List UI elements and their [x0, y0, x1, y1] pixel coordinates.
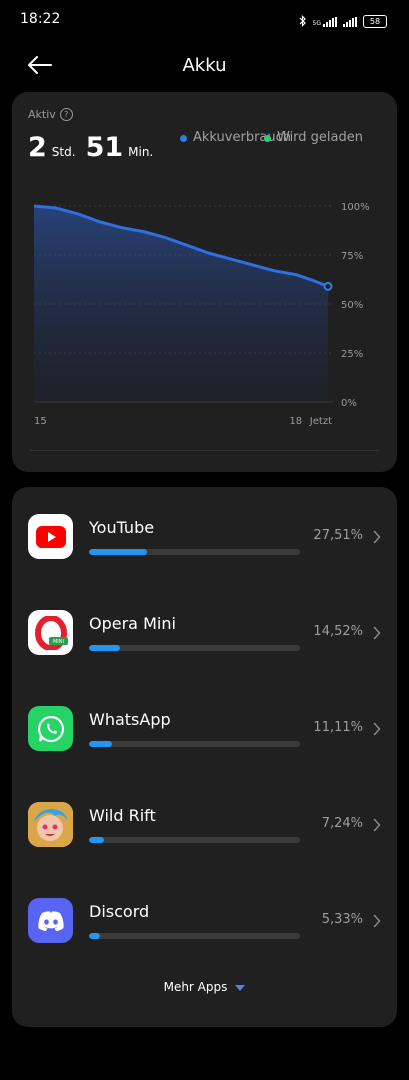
usage-bar	[89, 933, 300, 939]
more-apps-label: Mehr Apps	[163, 980, 228, 994]
usage-bar-fill	[89, 645, 120, 651]
y-tick-label: 25%	[341, 349, 363, 360]
usage-bar-fill	[89, 837, 105, 843]
status-time: 18:22	[20, 11, 61, 27]
app-row-discord[interactable]: Discord 5,33%	[12, 888, 397, 952]
usage-bar	[89, 741, 300, 747]
y-tick-label: 100%	[341, 202, 370, 213]
header: Akku	[0, 40, 409, 92]
x-tick-label: 15	[34, 416, 47, 427]
app-percent: 5,33%	[321, 912, 363, 927]
app-name: Wild Rift	[89, 806, 156, 825]
usage-bar-fill	[89, 549, 148, 555]
battery-icon: 58	[363, 15, 387, 28]
status-icons: 5G 58	[299, 12, 387, 31]
svg-text:MINI: MINI	[52, 639, 63, 645]
y-tick-label: 50%	[341, 300, 363, 311]
app-percent: 7,24%	[321, 816, 363, 831]
wild-rift-icon	[28, 802, 73, 847]
app-name: Opera Mini	[89, 614, 176, 633]
chevron-right-icon	[373, 529, 381, 548]
app-usage-card: YouTube 27,51% MINI Opera Mini 14,52% WhatsAp…	[12, 487, 397, 1027]
opera-mini-icon: MINI	[28, 610, 73, 655]
status-bar: 18:22 5G 58	[0, 0, 409, 40]
app-row-youtube[interactable]: YouTube 27,51%	[12, 504, 397, 568]
expand-triangle-icon	[235, 984, 246, 991]
app-percent: 14,52%	[313, 624, 363, 639]
current-level-point	[323, 281, 333, 291]
page-title: Akku	[182, 55, 227, 76]
usage-bar	[89, 645, 300, 651]
signal-icon	[343, 12, 357, 31]
app-row-wild-rift[interactable]: Wild Rift 7,24%	[12, 792, 397, 856]
usage-bar	[89, 837, 300, 843]
app-row-opera-mini[interactable]: MINI Opera Mini 14,52%	[12, 600, 397, 664]
usage-bar	[89, 549, 300, 555]
app-row-whatsapp[interactable]: WhatsApp 11,11%	[12, 696, 397, 760]
card-divider	[30, 450, 379, 451]
chevron-right-icon	[373, 721, 381, 740]
battery-level-chart: 100% 75% 50% 25% 0% 15 18 Jetzt	[33, 202, 370, 427]
app-name: YouTube	[89, 518, 155, 537]
whatsapp-icon	[28, 706, 73, 751]
discord-icon	[28, 898, 73, 943]
x-tick-label: Jetzt	[309, 416, 332, 427]
x-tick-label: 18	[289, 416, 302, 427]
usage-area	[34, 206, 328, 402]
bluetooth-icon	[299, 12, 307, 31]
app-name: Discord	[89, 902, 150, 921]
app-percent: 27,51%	[313, 528, 363, 543]
app-percent: 11,11%	[313, 720, 363, 735]
chevron-right-icon	[373, 625, 381, 644]
y-tick-label: 0%	[341, 398, 357, 409]
more-apps-button[interactable]: Mehr Apps	[12, 980, 397, 994]
youtube-icon	[28, 514, 73, 559]
signal-5g-icon: 5G	[313, 16, 337, 27]
battery-usage-card: Aktiv ? 2 Std. 51 Min. Akkuverbrauch Wir…	[12, 92, 397, 472]
chevron-right-icon	[373, 817, 381, 836]
chevron-right-icon	[373, 913, 381, 932]
y-tick-label: 75%	[341, 251, 363, 262]
usage-bar-fill	[89, 741, 113, 747]
app-name: WhatsApp	[89, 710, 171, 729]
usage-bar-fill	[89, 933, 101, 939]
